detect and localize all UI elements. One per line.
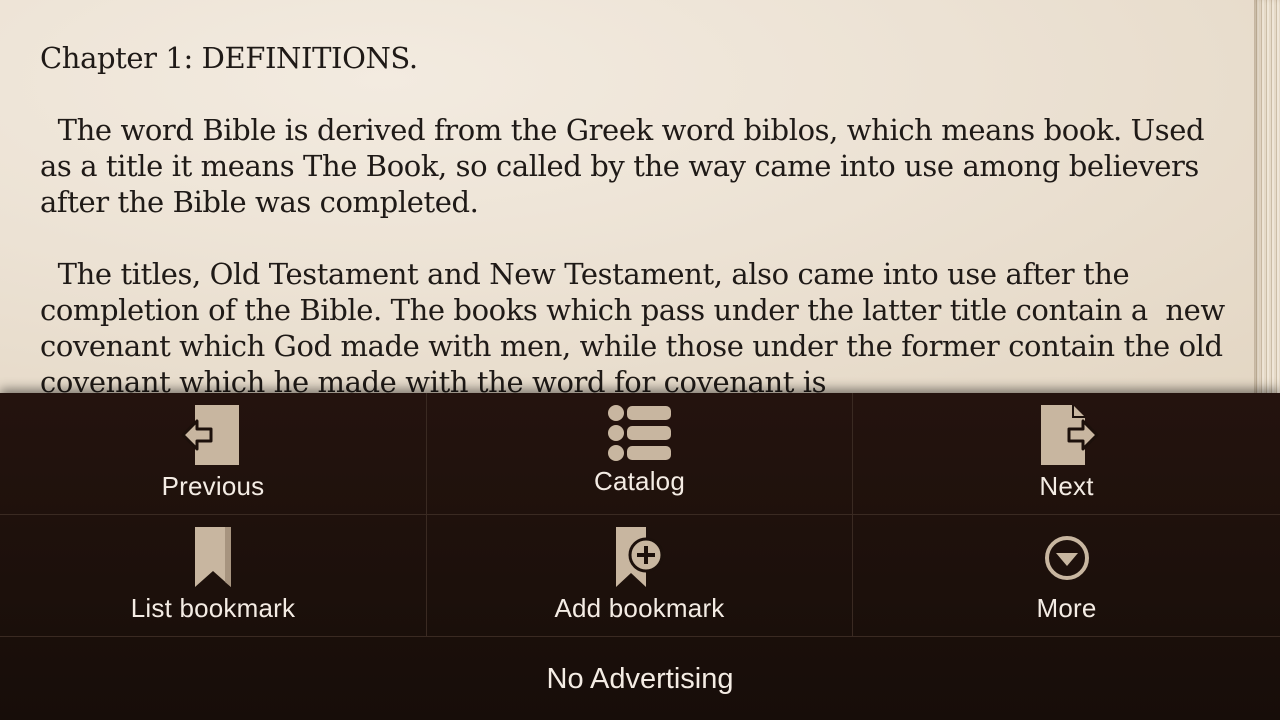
reader-menu-panel: Previous Catalog Next List bookmark Add …	[0, 393, 1280, 720]
paragraph: The word Bible is derived from the Greek…	[40, 113, 1213, 219]
list-bookmark-label: List bookmark	[130, 593, 296, 623]
paragraph: The titles, Old Testament and New Testam…	[40, 257, 1234, 399]
list-bookmark-button[interactable]: List bookmark	[0, 515, 426, 636]
chevron-down-circle-icon	[1044, 535, 1090, 585]
more-button[interactable]: More	[852, 515, 1280, 636]
catalog-label: Catalog	[593, 466, 686, 496]
reading-page[interactable]: Chapter 1: DEFINITIONS. The word Bible i…	[0, 0, 1280, 400]
list-icon	[607, 403, 673, 467]
add-bookmark-button[interactable]: Add bookmark	[426, 515, 852, 636]
menu-row: Previous Catalog Next	[0, 393, 1280, 515]
no-advertising-button[interactable]: No Advertising	[0, 638, 1280, 720]
next-label: Next	[1039, 471, 1094, 501]
add-bookmark-label: Add bookmark	[554, 593, 725, 623]
bookmark-icon	[193, 525, 233, 593]
next-button[interactable]: Next	[852, 393, 1280, 514]
previous-button[interactable]: Previous	[0, 393, 426, 514]
document-arrow-left-icon	[181, 403, 245, 471]
menu-row: List bookmark Add bookmark More	[0, 515, 1280, 637]
chapter-heading: Chapter 1: DEFINITIONS.	[40, 41, 418, 75]
page-edges	[1254, 0, 1280, 400]
document-arrow-right-icon	[1035, 403, 1099, 471]
previous-label: Previous	[161, 471, 265, 501]
chapter-text: Chapter 1: DEFINITIONS. The word Bible i…	[40, 40, 1230, 400]
bookmark-add-icon	[614, 525, 666, 593]
catalog-button[interactable]: Catalog	[426, 393, 852, 514]
more-label: More	[1036, 593, 1097, 623]
